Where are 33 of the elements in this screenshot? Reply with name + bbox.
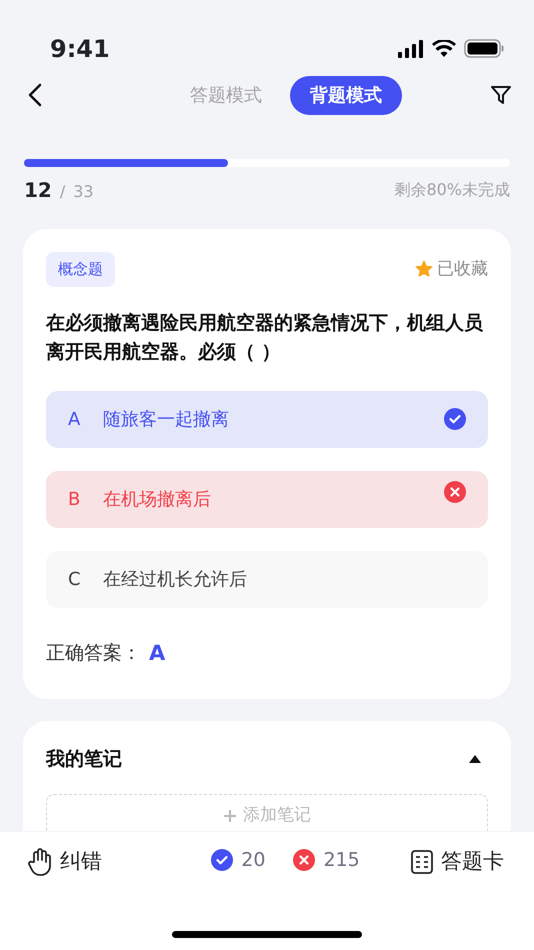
answer-card-button[interactable]: 答题卡 bbox=[440, 846, 504, 878]
report-error-button[interactable]: 纠错 bbox=[60, 846, 102, 878]
filter-icon[interactable] bbox=[490, 84, 512, 106]
remaining-text: 剩余80%未完成 bbox=[394, 179, 510, 201]
check-icon bbox=[444, 408, 466, 430]
cross-icon bbox=[444, 480, 466, 502]
grid-list-icon[interactable] bbox=[410, 850, 433, 874]
question-text: 在必须撤离遇险民用航空器的紧急情况下，机组人员离开民用航空器。必须（ ） bbox=[46, 310, 484, 364]
question-total: 33 bbox=[73, 181, 94, 203]
separator: / bbox=[60, 181, 66, 203]
caret-up-icon[interactable] bbox=[468, 754, 482, 764]
notes-title: 我的笔记 bbox=[46, 747, 122, 772]
star-icon[interactable] bbox=[415, 260, 433, 278]
question-number: 12 bbox=[24, 177, 52, 204]
answer-option[interactable]: C 在经过机长允许后 bbox=[46, 550, 488, 608]
answer-label: 正确答案： bbox=[46, 641, 141, 666]
plus-icon bbox=[223, 808, 237, 822]
answer-option[interactable]: A 随旅客一起撤离 bbox=[46, 390, 488, 448]
correct-answer: A bbox=[149, 640, 166, 666]
check-icon bbox=[211, 849, 234, 872]
favorite-label: 已收藏 bbox=[437, 258, 488, 280]
wrong-count: 215 bbox=[323, 848, 360, 873]
answer-option[interactable]: B 在机场撤离后 bbox=[46, 470, 488, 528]
mode-tab[interactable]: 背题模式 bbox=[290, 76, 402, 114]
cross-icon bbox=[293, 849, 316, 872]
battery-icon bbox=[464, 39, 504, 58]
signal-icon bbox=[398, 40, 424, 58]
wifi-icon bbox=[432, 40, 456, 58]
status-time: 9:41 bbox=[50, 34, 110, 64]
back-icon[interactable] bbox=[28, 83, 42, 107]
correct-count: 20 bbox=[241, 848, 266, 873]
hand-icon[interactable] bbox=[28, 848, 52, 876]
question-type-tag: 概念题 bbox=[46, 252, 115, 286]
